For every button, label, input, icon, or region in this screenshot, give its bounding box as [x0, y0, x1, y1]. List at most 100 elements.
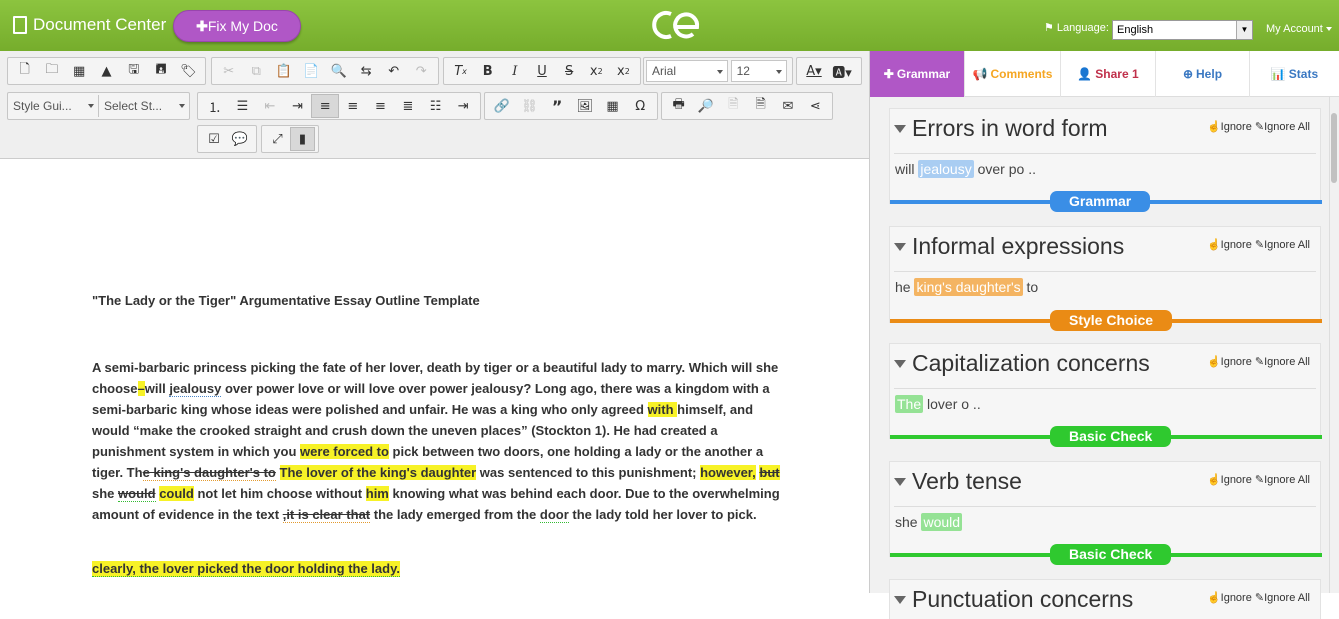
table-icon[interactable]: ▦ — [599, 94, 627, 118]
paste-icon[interactable]: 📋 — [270, 59, 298, 83]
copy-icon[interactable]: ⧉ — [243, 59, 271, 83]
drive-icon[interactable]: ▲ — [93, 59, 120, 83]
tab-stats[interactable]: 📊 Stats — [1250, 51, 1339, 97]
align-left-icon[interactable]: ≡ — [311, 94, 339, 118]
italic-icon[interactable]: I — [501, 59, 528, 83]
unlink-icon[interactable]: ⛓ — [516, 94, 544, 118]
numbered-list-icon[interactable]: ⒈ — [201, 94, 229, 118]
ce-logo[interactable] — [647, 7, 701, 48]
bullet-list-icon[interactable]: ☰ — [229, 94, 257, 118]
struck-text[interactable]: but — [759, 465, 780, 480]
replace-icon[interactable]: ⇆ — [353, 59, 381, 83]
save-icon[interactable]: 🖫 — [120, 59, 147, 83]
subscript-icon[interactable]: x2 — [583, 59, 610, 83]
ignore-all-button[interactable]: ✎Ignore All — [1255, 474, 1310, 486]
cut-icon[interactable]: ✂ — [215, 59, 243, 83]
struck-text[interactable]: ,it is clear that — [282, 507, 371, 523]
ignore-all-button[interactable]: ✎Ignore All — [1255, 121, 1310, 133]
text-color-icon[interactable]: A▾ — [800, 59, 828, 83]
collapse-caret-icon[interactable] — [894, 595, 906, 610]
tab-share[interactable]: 👤 Share 1 — [1061, 51, 1156, 97]
collapse-caret-icon[interactable] — [894, 359, 906, 374]
underline-icon[interactable]: U — [528, 59, 555, 83]
flagged-word[interactable]: jealousy — [169, 381, 222, 397]
fullscreen-icon[interactable]: ⤢ — [265, 127, 290, 151]
pdf-export-icon[interactable]: 🗎 — [747, 94, 774, 118]
image-icon[interactable]: 🖼 — [571, 94, 599, 118]
undo-icon[interactable]: ↶ — [380, 59, 408, 83]
flagged-word[interactable]: door — [539, 507, 569, 523]
style-guide-select[interactable]: Style Gui... — [8, 95, 99, 117]
link-icon[interactable]: 🔗 — [488, 94, 516, 118]
suggestion-card[interactable]: Verb tense ☝Ignore ✎Ignore All she would B… — [889, 461, 1322, 565]
tag-icon[interactable]: 🏷 — [175, 59, 202, 83]
tab-help[interactable]: ⊕ Help — [1156, 51, 1250, 97]
open-folder-icon[interactable]: 🗀 — [38, 59, 65, 83]
new-document-icon[interactable]: 🗋 — [11, 59, 38, 83]
tab-comments[interactable]: 📢 Comments — [965, 51, 1061, 97]
card-title[interactable]: Verb tense — [894, 468, 1022, 495]
struck-text[interactable]: would — [118, 486, 156, 502]
share-icon[interactable]: ⋖ — [802, 94, 829, 118]
ignore-button[interactable]: ☝Ignore — [1207, 121, 1252, 133]
text-direction-icon[interactable]: ⇥ — [449, 94, 477, 118]
highlight-mark[interactable]: could — [159, 486, 194, 501]
highlight-mark[interactable]: with — [647, 402, 678, 417]
ignore-button[interactable]: ☝Ignore — [1207, 239, 1252, 251]
language-select[interactable]: English ▼ — [1112, 20, 1253, 40]
fix-my-doc-button[interactable]: ✚Fix My Doc — [173, 10, 301, 42]
document-center-link[interactable]: Document Center — [13, 15, 166, 35]
templates-icon[interactable]: ▦ — [66, 59, 93, 83]
ignore-all-button[interactable]: ✎Ignore All — [1255, 239, 1310, 251]
struck-text[interactable]: e king's daughter's to — [142, 465, 276, 481]
card-title[interactable]: Capitalization concerns — [894, 350, 1150, 377]
flagged-text[interactable]: jealousy — [918, 160, 974, 178]
card-title[interactable]: Errors in word form — [894, 115, 1108, 142]
suggestion-card[interactable]: Errors in word form ☝Ignore ✎Ignore All wi… — [889, 108, 1322, 212]
preview-icon[interactable]: 🔎 — [692, 94, 719, 118]
highlight-mark[interactable]: were forced to — [300, 444, 389, 459]
bold-icon[interactable]: B — [474, 59, 501, 83]
highlight-mark[interactable]: however, — [700, 465, 756, 480]
document-page[interactable]: "The Lady or the Tiger" Argumentative Es… — [0, 159, 869, 593]
redo-icon[interactable]: ↷ — [408, 59, 436, 83]
special-char-icon[interactable]: Ω — [626, 94, 654, 118]
word-export-icon[interactable]: 🗎 — [720, 94, 747, 118]
font-size-select[interactable]: 12 — [730, 60, 787, 82]
ignore-button[interactable]: ☝Ignore — [1207, 356, 1252, 368]
save-as-icon[interactable]: 🖪 — [147, 59, 174, 83]
print-icon[interactable]: 🖶 — [665, 94, 692, 118]
clear-format-icon[interactable]: Tx — [447, 59, 474, 83]
superscript-icon[interactable]: x2 — [610, 59, 637, 83]
suggestion-card[interactable]: Punctuation concerns ☝Ignore ✎Ignore All — [889, 579, 1321, 619]
suggestion-card[interactable]: Capitalization concerns ☝Ignore ✎Ignore A… — [889, 343, 1322, 447]
ignore-all-button[interactable]: ✎Ignore All — [1255, 356, 1310, 368]
tab-grammar[interactable]: ✚ Grammar — [870, 51, 965, 97]
panel-scrollbar-thumb[interactable] — [1331, 113, 1337, 183]
flagged-text[interactable]: king's daughter's — [914, 278, 1023, 296]
comment-icon[interactable]: 💬 — [227, 127, 253, 151]
strikethrough-icon[interactable]: S — [556, 59, 583, 83]
align-right-icon[interactable]: ≡ — [367, 94, 395, 118]
ignore-all-button[interactable]: ✎Ignore All — [1255, 592, 1310, 604]
spellcheck-icon[interactable]: ☑ — [201, 127, 227, 151]
collapse-caret-icon[interactable] — [894, 477, 906, 492]
background-color-icon[interactable]: 🅰▾ — [828, 59, 856, 83]
flagged-text[interactable]: The — [895, 395, 924, 413]
find-icon[interactable]: 🔍 — [325, 59, 353, 83]
show-blocks-icon[interactable]: ▮ — [289, 127, 315, 151]
collapse-caret-icon[interactable] — [894, 242, 906, 257]
card-title[interactable]: Punctuation concerns — [894, 586, 1133, 613]
line-height-icon[interactable]: ☷ — [422, 94, 450, 118]
highlight-mark[interactable]: clearly, the lover picked the door holdi… — [92, 561, 400, 577]
align-center-icon[interactable]: ≡ — [339, 94, 367, 118]
collapse-caret-icon[interactable] — [894, 124, 906, 139]
highlight-mark[interactable]: – — [137, 381, 145, 396]
highlight-mark[interactable]: him — [365, 486, 389, 501]
font-family-select[interactable]: Arial — [646, 60, 728, 82]
select-style-select[interactable]: Select St... — [99, 95, 189, 117]
flagged-text[interactable]: would — [921, 513, 963, 531]
highlight-mark[interactable]: The lover of the king's daughter — [279, 465, 477, 480]
my-account-menu[interactable]: My Account — [1266, 23, 1332, 35]
email-icon[interactable]: ✉ — [774, 94, 801, 118]
